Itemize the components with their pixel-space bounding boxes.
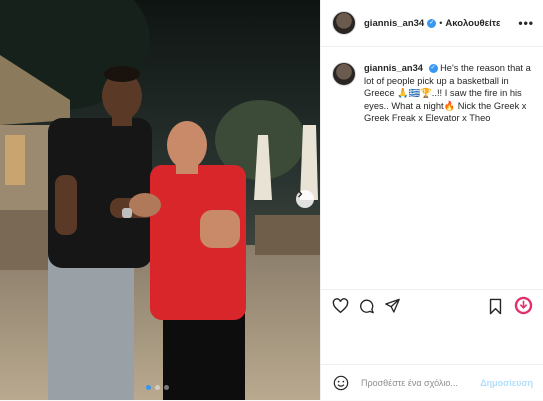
heart-icon[interactable] <box>332 298 349 314</box>
caption-username[interactable]: giannis_an34 <box>364 63 423 73</box>
emoji-icon[interactable] <box>333 375 349 391</box>
comment-input[interactable] <box>359 377 473 389</box>
post-actions <box>321 289 543 324</box>
verified-badge-icon: ✓ <box>427 18 437 28</box>
bookmark-icon[interactable] <box>488 298 503 315</box>
chevron-right-icon <box>298 190 303 198</box>
author-avatar[interactable] <box>332 11 356 35</box>
header-separator: • <box>439 18 443 28</box>
post-photo[interactable] <box>0 0 320 400</box>
more-options-icon[interactable]: ••• <box>518 16 534 30</box>
author-username[interactable]: giannis_an34 <box>364 18 424 29</box>
verified-badge-icon: ✓ <box>428 64 438 74</box>
photo-illustration <box>0 0 320 400</box>
share-icon[interactable] <box>384 298 401 314</box>
caption-avatar[interactable] <box>332 62 356 86</box>
post-comment-button[interactable]: Δημοσίευση <box>480 378 533 388</box>
comment-icon[interactable] <box>358 298 375 314</box>
comment-bar: Δημοσίευση <box>321 364 543 401</box>
post-side-panel: giannis_an34 ✓ • Ακολουθείτε ••• giannis… <box>320 0 543 400</box>
following-button[interactable]: Ακολουθείτε <box>445 18 500 29</box>
post-caption: giannis_an34 ✓ He's the reason that a lo… <box>332 62 537 125</box>
carousel-dot-1 <box>146 385 151 390</box>
carousel-indicator <box>146 385 169 390</box>
carousel-dot-2 <box>155 385 160 390</box>
download-extension-icon[interactable] <box>514 296 533 315</box>
instagram-post-modal: giannis_an34 ✓ • Ακολουθείτε ••• giannis… <box>0 0 543 400</box>
caption-body: giannis_an34 ✓ He's the reason that a lo… <box>364 62 537 125</box>
carousel-dot-3 <box>164 385 169 390</box>
carousel-next-button[interactable] <box>296 190 314 208</box>
post-header: giannis_an34 ✓ • Ακολουθείτε ••• <box>321 0 543 47</box>
